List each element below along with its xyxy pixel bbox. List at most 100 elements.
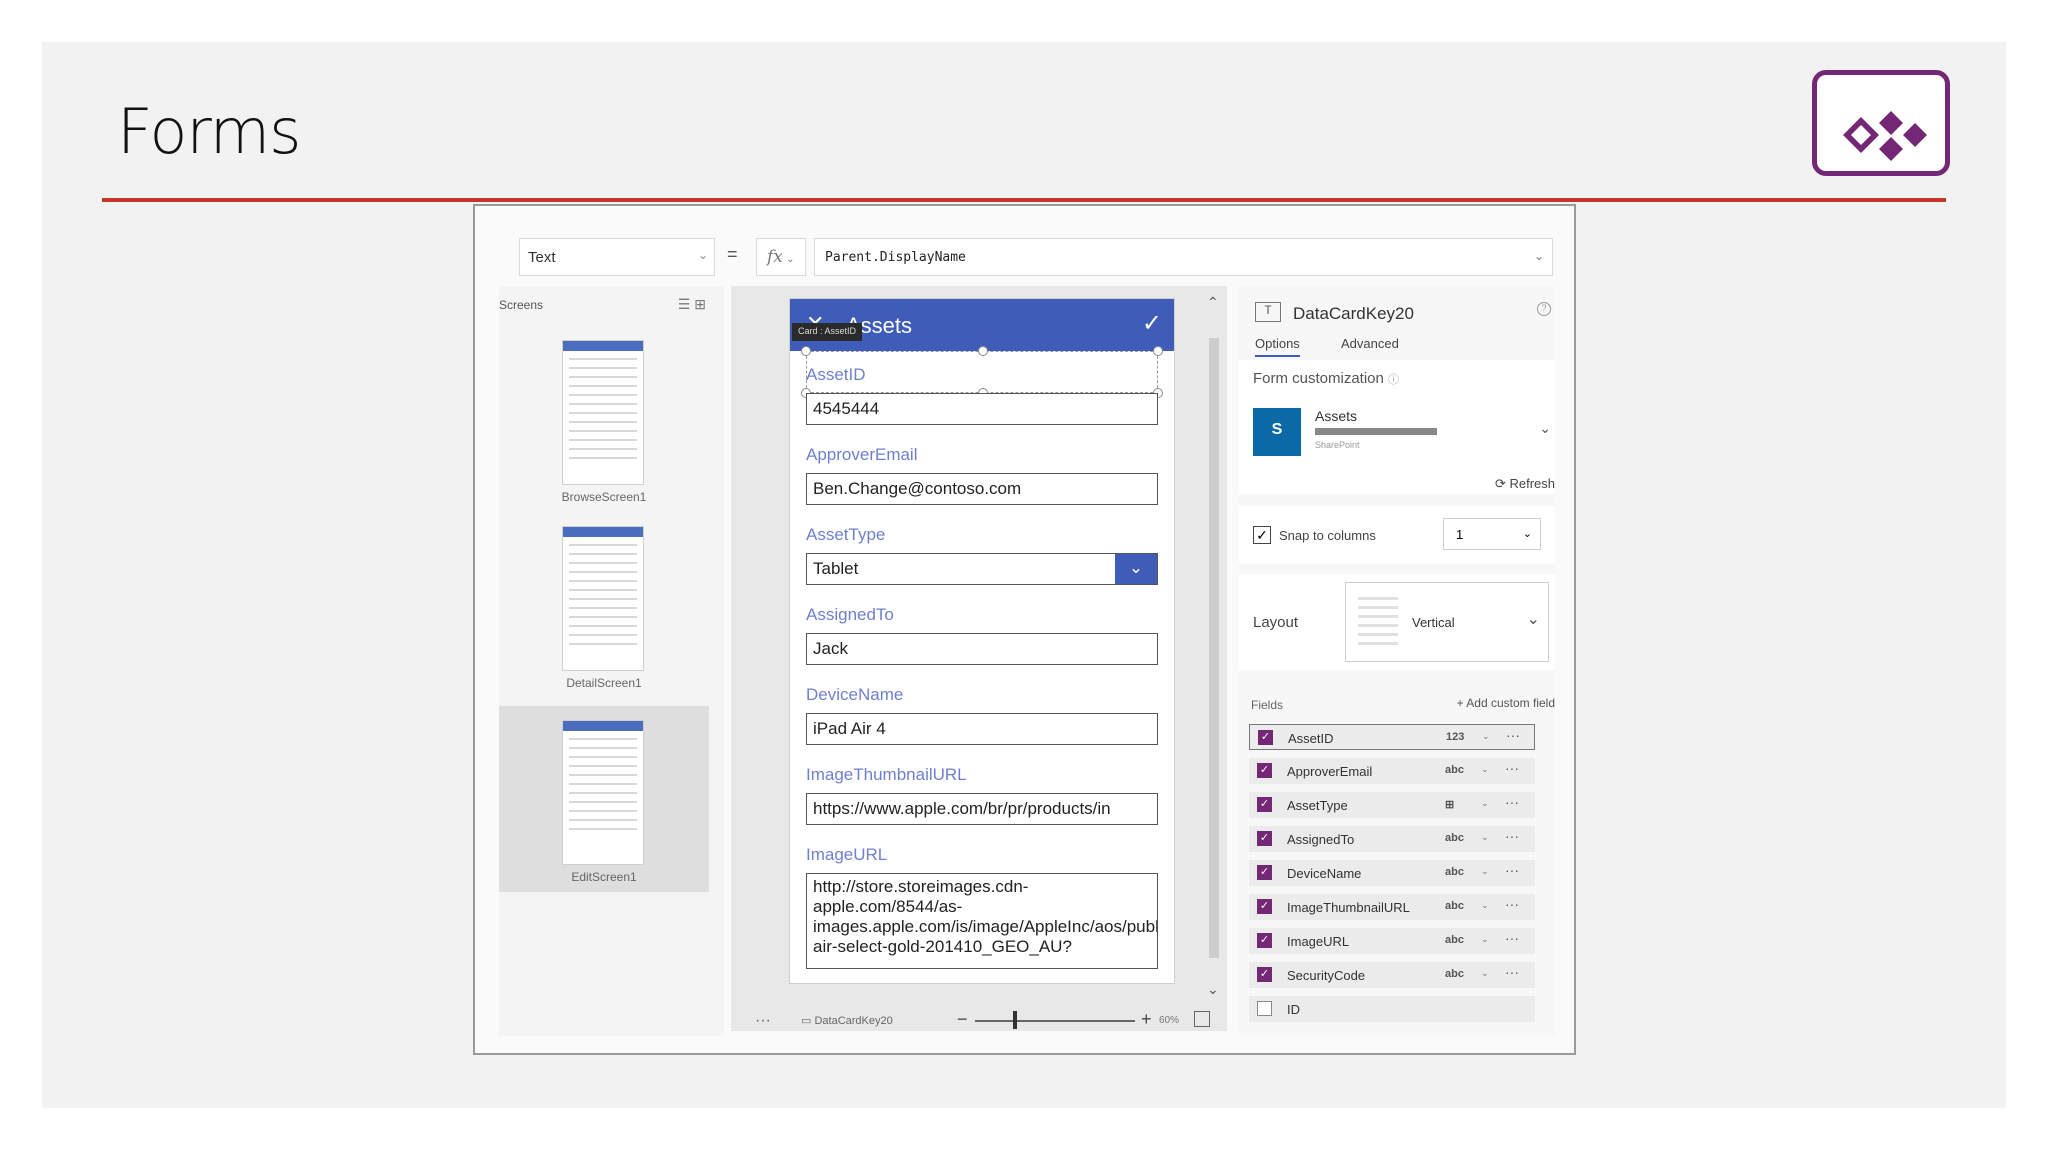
- formula-input[interactable]: Parent.DisplayName ⌄: [814, 238, 1553, 276]
- field-checkbox[interactable]: ✓: [1257, 933, 1272, 948]
- field-checkbox[interactable]: [1257, 1001, 1272, 1016]
- zoom-slider-handle[interactable]: [1013, 1011, 1017, 1029]
- field-checkbox[interactable]: ✓: [1257, 831, 1272, 846]
- more-icon[interactable]: ···: [1506, 727, 1520, 743]
- screen-thumbnail: [562, 340, 644, 485]
- add-custom-field-label: Add custom field: [1466, 696, 1555, 710]
- canvas-scrollbar[interactable]: ⌃ ⌄: [1205, 286, 1223, 998]
- field-type[interactable]: abc: [1445, 832, 1464, 844]
- more-icon[interactable]: ···: [1505, 896, 1519, 912]
- resize-handle[interactable]: [801, 346, 811, 356]
- columns-dropdown[interactable]: 1 ⌄: [1443, 518, 1541, 550]
- field-checkbox[interactable]: ✓: [1257, 763, 1272, 778]
- field-row[interactable]: ✓ AssetID 123 ⌄ ···: [1249, 724, 1535, 750]
- field-type[interactable]: 123: [1446, 731, 1464, 743]
- tab-options[interactable]: Options: [1255, 336, 1300, 357]
- chevron-down-icon[interactable]: ⌄: [1539, 420, 1551, 437]
- input-approveremail[interactable]: Ben.Change@contoso.com: [806, 473, 1158, 505]
- snap-checkbox[interactable]: ✓: [1253, 526, 1271, 544]
- field-row[interactable]: ✓ AssignedTo abc ⌄ ···: [1249, 826, 1535, 852]
- resize-handle[interactable]: [1153, 346, 1163, 356]
- more-icon[interactable]: ···: [1505, 828, 1519, 844]
- expand-formula-icon[interactable]: ⌄: [1534, 249, 1544, 263]
- edit-form: ✕ Assets ✓ Card : AssetID AssetID 454544…: [789, 298, 1175, 984]
- zoom-slider[interactable]: [975, 1020, 1135, 1022]
- field-name: AssetType: [1287, 798, 1348, 813]
- input-imageurl[interactable]: http://store.storeimages.cdn-apple.com/8…: [806, 873, 1158, 969]
- resize-handle[interactable]: [978, 346, 988, 356]
- field-row[interactable]: ID: [1249, 996, 1535, 1022]
- more-icon[interactable]: ···: [1505, 862, 1519, 878]
- field-checkbox[interactable]: ✓: [1257, 899, 1272, 914]
- powerapps-logo: [1812, 70, 1950, 176]
- fit-to-window-icon[interactable]: [1194, 1011, 1210, 1027]
- layout-dropdown[interactable]: Vertical ⌄: [1345, 582, 1549, 662]
- zoom-in-icon[interactable]: +: [1141, 1009, 1152, 1030]
- scroll-track[interactable]: [1209, 338, 1219, 958]
- dropdown-assettype[interactable]: Tablet ⌄: [806, 553, 1158, 585]
- powerapps-screenshot: Text ⌄ = fx ⌄ Parent.DisplayName ⌄ Scree…: [473, 204, 1576, 1055]
- chevron-down-icon[interactable]: ⌄: [1481, 798, 1489, 809]
- chevron-down-icon[interactable]: ⌄: [1115, 554, 1157, 584]
- input-assignedto[interactable]: Jack: [806, 633, 1158, 665]
- field-label-approveremail: ApproverEmail: [806, 445, 918, 464]
- data-source-name: Assets: [1315, 408, 1358, 424]
- field-type[interactable]: abc: [1445, 900, 1464, 912]
- scroll-up-icon[interactable]: ⌃: [1207, 294, 1219, 311]
- fx-button[interactable]: fx ⌄: [756, 238, 806, 276]
- refresh-button[interactable]: ⟳ Refresh: [1495, 476, 1555, 492]
- fields-label: Fields: [1251, 698, 1284, 712]
- field-row[interactable]: ✓ AssetType ⊞ ⌄ ···: [1249, 792, 1535, 818]
- more-icon[interactable]: ···: [1505, 760, 1519, 776]
- property-dropdown[interactable]: Text ⌄: [519, 238, 715, 276]
- field-type[interactable]: ⊞: [1445, 798, 1454, 811]
- field-type[interactable]: abc: [1445, 764, 1464, 776]
- more-icon[interactable]: ···: [1505, 964, 1519, 980]
- field-row[interactable]: ✓ ApproverEmail abc ⌄ ···: [1249, 758, 1535, 784]
- field-row[interactable]: ✓ ImageURL abc ⌄ ···: [1249, 928, 1535, 954]
- field-row[interactable]: ✓ DeviceName abc ⌄ ···: [1249, 860, 1535, 886]
- chevron-down-icon[interactable]: ⌄: [1481, 832, 1489, 843]
- scroll-down-icon[interactable]: ⌄: [1207, 981, 1219, 998]
- input-imagethumbnailurl[interactable]: https://www.apple.com/br/pr/products/in: [806, 793, 1158, 825]
- field-name: ApproverEmail: [1287, 764, 1373, 779]
- field-checkbox[interactable]: ✓: [1257, 865, 1272, 880]
- zoom-out-icon[interactable]: −: [957, 1009, 968, 1030]
- help-icon[interactable]: ?: [1537, 302, 1551, 316]
- screen-thumb-detail[interactable]: DetailScreen1: [499, 520, 709, 706]
- add-custom-field-button[interactable]: + Add custom field: [1457, 696, 1555, 710]
- submit-check-icon[interactable]: ✓: [1142, 309, 1162, 338]
- sharepoint-icon: S: [1253, 408, 1301, 456]
- info-icon: ⓘ: [1388, 374, 1400, 386]
- field-name: ImageThumbnailURL: [1287, 900, 1410, 915]
- more-icon[interactable]: ···: [1505, 794, 1519, 810]
- view-toggle-icons[interactable]: ☰ ⊞: [678, 296, 706, 313]
- title-divider: [102, 198, 1946, 202]
- data-source-type: SharePoint: [1315, 440, 1360, 450]
- field-checkbox[interactable]: ✓: [1258, 730, 1273, 745]
- chevron-down-icon[interactable]: ⌄: [1481, 934, 1489, 945]
- input-devicename[interactable]: iPad Air 4: [806, 713, 1158, 745]
- chevron-down-icon[interactable]: ⌄: [1482, 731, 1490, 742]
- tab-advanced[interactable]: Advanced: [1341, 336, 1399, 355]
- field-checkbox[interactable]: ✓: [1257, 967, 1272, 982]
- screen-thumb-browse[interactable]: BrowseScreen1: [499, 334, 709, 520]
- field-type[interactable]: abc: [1445, 934, 1464, 946]
- chevron-down-icon[interactable]: ⌄: [1481, 900, 1489, 911]
- chevron-down-icon: ⌄: [1526, 611, 1540, 628]
- more-icon[interactable]: ···: [755, 1012, 771, 1030]
- chevron-down-icon[interactable]: ⌄: [1481, 764, 1489, 775]
- chevron-down-icon[interactable]: ⌄: [1481, 968, 1489, 979]
- field-row[interactable]: ✓ SecurityCode abc ⌄ ···: [1249, 962, 1535, 988]
- layout-value: Vertical: [1412, 615, 1455, 630]
- screen-thumb-edit[interactable]: EditScreen1: [499, 706, 709, 892]
- more-icon[interactable]: ···: [1505, 930, 1519, 946]
- selected-control-name[interactable]: ▭ DataCardKey20: [801, 1014, 893, 1027]
- field-type[interactable]: abc: [1445, 866, 1464, 878]
- screen-thumbnail: [562, 526, 644, 671]
- field-row[interactable]: ✓ ImageThumbnailURL abc ⌄ ···: [1249, 894, 1535, 920]
- input-assetid[interactable]: 4545444: [806, 393, 1158, 425]
- chevron-down-icon[interactable]: ⌄: [1481, 866, 1489, 877]
- field-type[interactable]: abc: [1445, 968, 1464, 980]
- field-checkbox[interactable]: ✓: [1257, 797, 1272, 812]
